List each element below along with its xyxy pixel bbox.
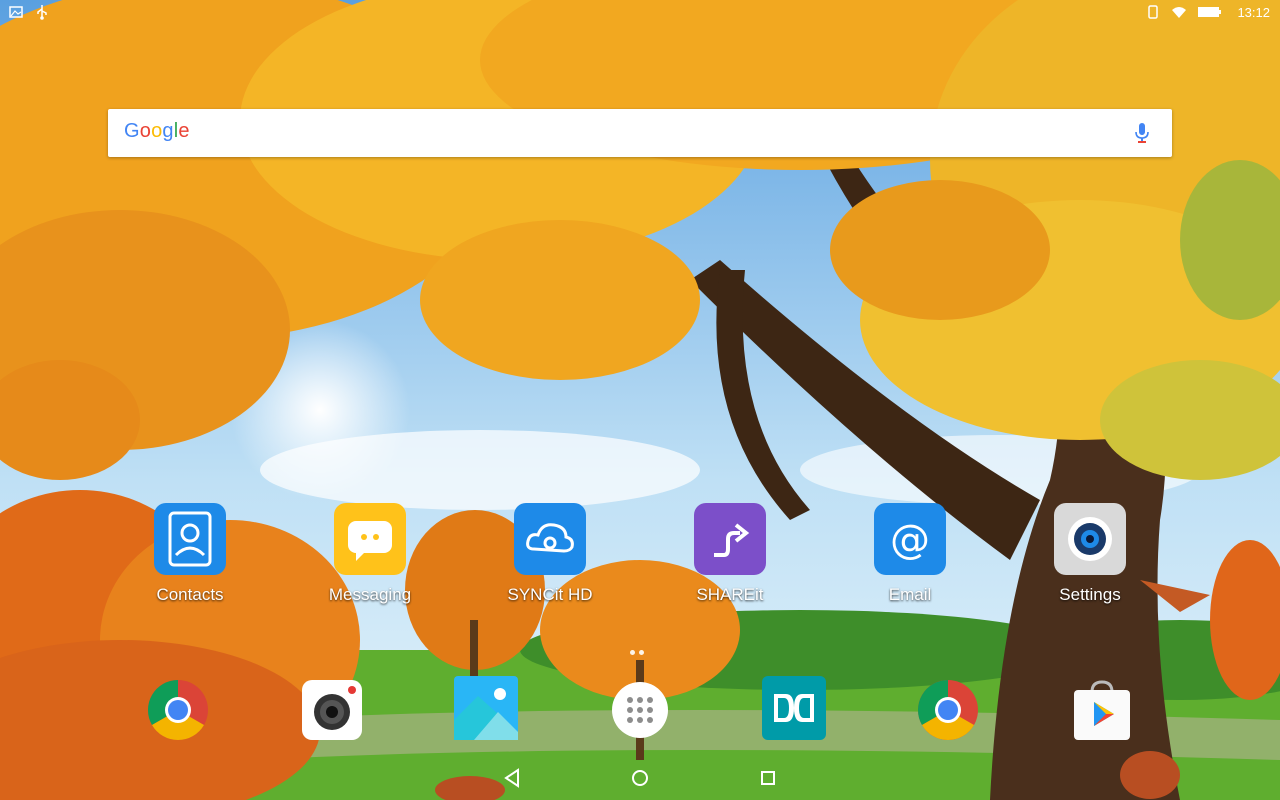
navigation-bar <box>0 756 1280 800</box>
clock: 13:12 <box>1237 4 1270 20</box>
app-label: Settings <box>1059 585 1121 604</box>
home-icon[interactable] <box>626 764 654 792</box>
play-store-icon[interactable] <box>1070 678 1134 742</box>
image-icon <box>9 6 23 18</box>
app-label: Messaging <box>328 585 412 604</box>
messaging-icon <box>334 503 406 575</box>
rotate-icon <box>1148 5 1159 19</box>
app-contacts[interactable]: Contacts <box>120 503 260 605</box>
app-label: Contacts <box>156 585 224 604</box>
app-label: SHAREit <box>696 585 764 604</box>
svg-text:@: @ <box>890 517 930 563</box>
gallery-icon[interactable] <box>454 676 518 740</box>
app-messaging[interactable]: Messaging <box>300 503 440 605</box>
status-bar: 13:12 <box>0 0 1280 26</box>
app-syncit-hd[interactable]: SYNCit HD <box>480 503 620 605</box>
app-label: Email <box>888 585 932 604</box>
usb-icon <box>37 5 47 20</box>
cloud-sync-icon <box>514 503 586 575</box>
app-shareit[interactable]: SHAREit <box>660 503 800 605</box>
wifi-icon <box>1172 7 1187 18</box>
camera-icon[interactable] <box>300 678 364 742</box>
page-indicator <box>628 642 646 660</box>
app-settings[interactable]: Settings <box>1020 503 1160 605</box>
battery-icon <box>1198 7 1222 17</box>
chrome-icon[interactable] <box>916 678 980 742</box>
gear-icon <box>1054 503 1126 575</box>
google-logo: Google <box>124 120 190 142</box>
page-dot <box>639 650 644 655</box>
dolby-icon[interactable] <box>762 676 826 740</box>
app-email[interactable]: @ Email <box>840 503 980 605</box>
app-label: SYNCit HD <box>507 585 593 604</box>
page-dot <box>630 650 635 655</box>
shareit-icon <box>694 503 766 575</box>
contacts-icon <box>154 503 226 575</box>
recents-icon[interactable] <box>754 764 782 792</box>
google-search-bar[interactable]: Google <box>108 109 1172 157</box>
chrome-icon[interactable] <box>146 678 210 742</box>
app-drawer-icon[interactable] <box>608 678 672 742</box>
mic-icon[interactable] <box>1134 122 1150 144</box>
at-icon: @ <box>874 503 946 575</box>
back-icon[interactable] <box>498 764 526 792</box>
